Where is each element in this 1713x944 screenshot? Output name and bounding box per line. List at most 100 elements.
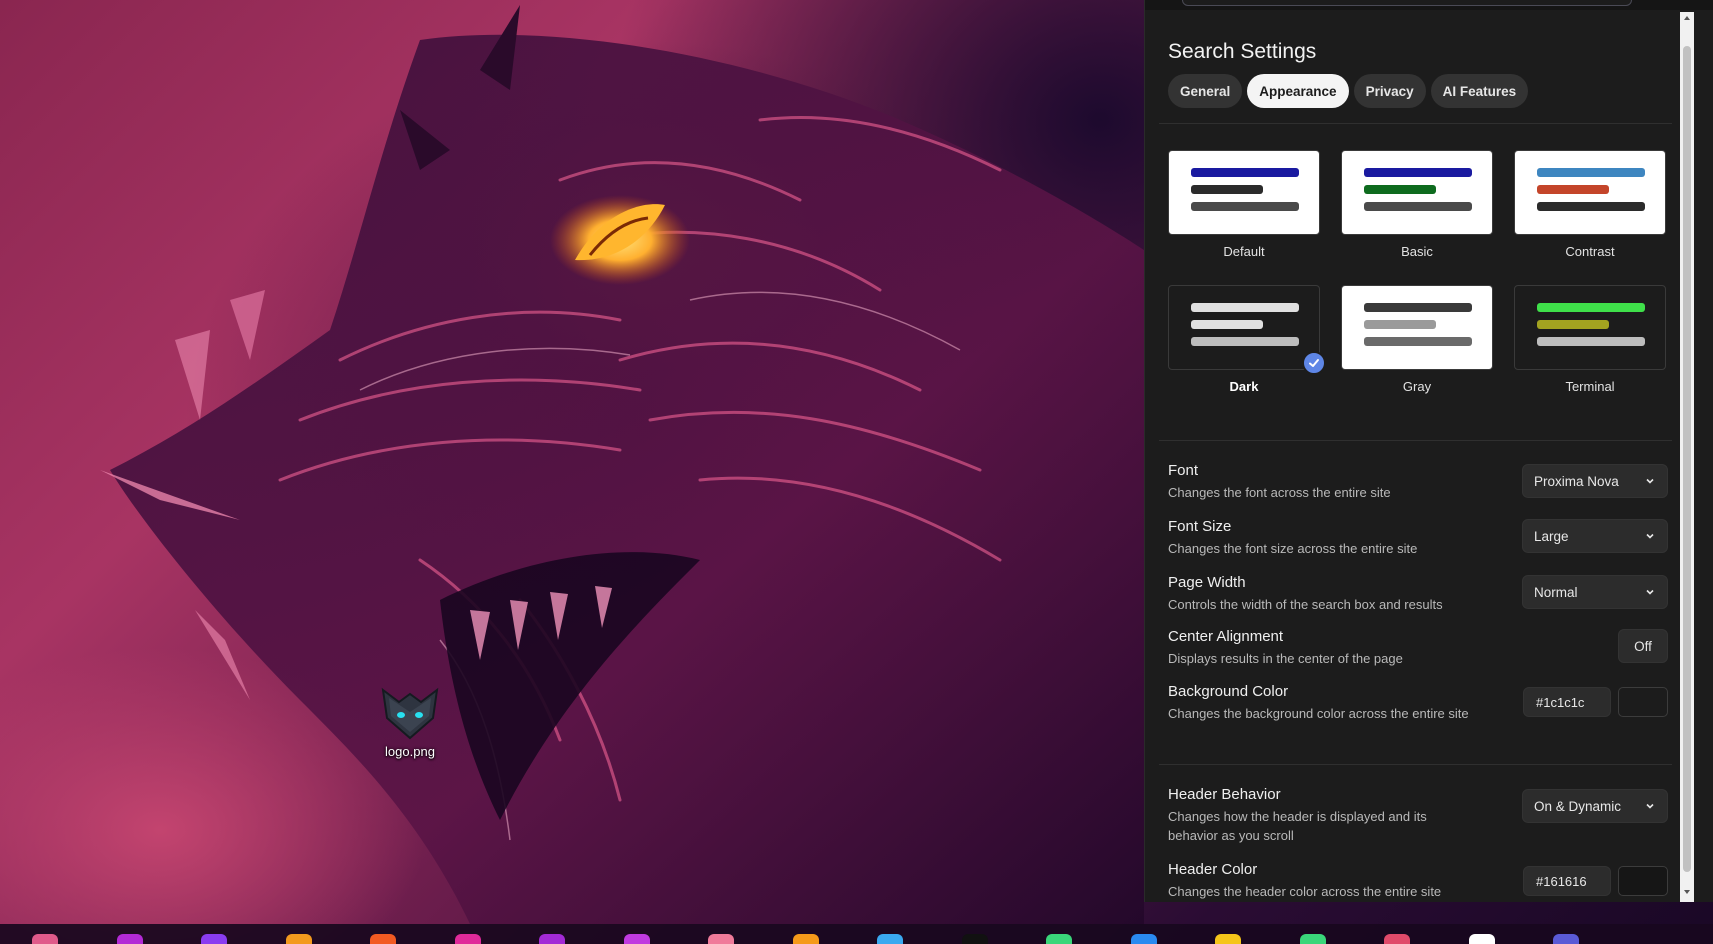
dock-app-icon[interactable] — [1215, 934, 1241, 944]
dock-app-icon[interactable] — [877, 934, 903, 944]
taskbar-dock — [0, 924, 1713, 944]
dock-app-icon[interactable] — [792, 934, 819, 944]
header-behavior-select[interactable]: On & Dynamic — [1522, 789, 1668, 823]
theme-preview-bar — [1537, 168, 1645, 177]
dock-app-icon[interactable] — [370, 934, 396, 944]
header-color-swatch[interactable] — [1618, 866, 1668, 896]
logo-file-icon — [381, 687, 439, 740]
theme-preview-bar — [1191, 303, 1299, 312]
setting-center-alignment: Center Alignment Displays results in the… — [1168, 628, 1668, 668]
dock-app-icon[interactable] — [201, 934, 227, 944]
theme-preview-bar — [1191, 202, 1299, 211]
dock-app-icon[interactable] — [1384, 934, 1410, 944]
divider — [1159, 764, 1672, 765]
theme-preview-bar — [1537, 320, 1609, 329]
background-color-input[interactable]: #1c1c1c — [1523, 687, 1611, 717]
font-size-select-value: Large — [1534, 528, 1569, 544]
setting-description: Changes the background color across the … — [1168, 706, 1469, 721]
center-alignment-toggle[interactable]: Off — [1618, 629, 1668, 663]
theme-gray[interactable]: Gray — [1341, 285, 1493, 403]
theme-preview-card — [1341, 285, 1493, 370]
theme-preview-bar — [1537, 303, 1645, 312]
theme-preview-bar — [1364, 185, 1436, 194]
scroll-up-arrow-icon[interactable] — [1683, 14, 1691, 22]
setting-header-behavior: Header Behavior Changes how the header i… — [1168, 786, 1668, 845]
dock-app-icon[interactable] — [961, 934, 988, 944]
header-color-input[interactable]: #161616 — [1523, 866, 1611, 896]
theme-preview-bar — [1364, 303, 1472, 312]
scrollbar-thumb[interactable] — [1683, 46, 1691, 872]
theme-name: Terminal — [1565, 379, 1615, 394]
theme-contrast[interactable]: Contrast — [1514, 150, 1666, 268]
theme-preview-card — [1514, 285, 1666, 370]
page-width-select-value: Normal — [1534, 584, 1578, 600]
dragon-wallpaper-art — [100, 5, 1144, 924]
tab-ai-features[interactable]: AI Features — [1430, 74, 1529, 108]
divider — [1159, 123, 1672, 124]
dock-app-icon[interactable] — [116, 934, 143, 944]
font-select[interactable]: Proxima Nova — [1522, 464, 1668, 498]
theme-preview-card — [1168, 150, 1320, 235]
desktop-file-label: logo.png — [385, 744, 435, 759]
font-size-select[interactable]: Large — [1522, 519, 1668, 553]
setting-font: Font Changes the font across the entire … — [1168, 462, 1668, 502]
tab-general[interactable]: General — [1168, 74, 1243, 108]
theme-name: Basic — [1401, 244, 1433, 259]
dock-app-icon[interactable] — [708, 934, 734, 944]
tab-appearance[interactable]: Appearance — [1247, 74, 1349, 108]
dock-app-icon[interactable] — [1468, 934, 1495, 944]
setting-header-color: Header Color Changes the header color ac… — [1168, 861, 1668, 901]
setting-description: Changes the font across the entire site — [1168, 485, 1391, 500]
dock-app-icon[interactable] — [285, 934, 312, 944]
setting-title: Center Alignment — [1168, 628, 1284, 645]
theme-preview-bar — [1364, 168, 1472, 177]
theme-preview-bar — [1537, 202, 1645, 211]
background-color-swatch[interactable] — [1618, 687, 1668, 717]
theme-terminal[interactable]: Terminal — [1514, 285, 1666, 403]
theme-preview-card — [1514, 150, 1666, 235]
header-behavior-select-value: On & Dynamic — [1534, 798, 1622, 814]
font-select-value: Proxima Nova — [1534, 473, 1619, 489]
scroll-down-arrow-icon[interactable] — [1683, 888, 1691, 896]
settings-tabs: General Appearance Privacy AI Features — [1168, 74, 1529, 108]
scrollbar[interactable] — [1680, 12, 1694, 902]
desktop-file-logo[interactable]: logo.png — [372, 680, 448, 759]
dock-app-icon[interactable] — [32, 934, 58, 944]
theme-preview-bar — [1191, 337, 1299, 346]
dock-app-icon[interactable] — [1130, 934, 1157, 944]
search-settings-panel: Search Settings General Appearance Priva… — [1144, 0, 1713, 902]
theme-preview-bar — [1191, 320, 1263, 329]
setting-description: Changes the header color across the enti… — [1168, 884, 1442, 899]
theme-preview-bar — [1537, 337, 1645, 346]
search-box-edge[interactable] — [1182, 0, 1632, 6]
theme-basic[interactable]: Basic — [1341, 150, 1493, 268]
setting-description: Displays results in the center of the pa… — [1168, 651, 1403, 666]
theme-grid: Default Basic Contrast Dark Gray Termina… — [1168, 150, 1668, 410]
tab-privacy[interactable]: Privacy — [1353, 74, 1426, 108]
dock-app-icon[interactable] — [1046, 934, 1072, 944]
theme-name: Contrast — [1565, 244, 1615, 259]
setting-background-color: Background Color Changes the background … — [1168, 683, 1668, 723]
divider — [1159, 440, 1672, 441]
theme-name: Gray — [1402, 379, 1432, 394]
chevron-down-icon — [1646, 803, 1654, 809]
panel-title: Search Settings — [1168, 40, 1317, 63]
theme-dark[interactable]: Dark — [1168, 285, 1326, 403]
dock-app-icon[interactable] — [454, 934, 481, 944]
page-width-select[interactable]: Normal — [1522, 575, 1668, 609]
dock-app-icon[interactable] — [1553, 934, 1579, 944]
theme-name: Default — [1223, 244, 1265, 259]
theme-preview-bar — [1191, 168, 1299, 177]
theme-preview-bar — [1364, 337, 1472, 346]
chevron-down-icon — [1646, 589, 1654, 595]
dock-app-icon[interactable] — [539, 934, 565, 944]
theme-preview-bar — [1364, 320, 1436, 329]
theme-preview-card — [1341, 150, 1493, 235]
theme-default[interactable]: Default — [1168, 150, 1320, 268]
dock-app-icon[interactable] — [1299, 934, 1326, 944]
dock-app-icon[interactable] — [623, 934, 650, 944]
setting-description: Changes the font size across the entire … — [1168, 541, 1418, 556]
chevron-down-icon — [1646, 478, 1654, 484]
theme-name: Dark — [1229, 379, 1259, 394]
setting-page-width: Page Width Controls the width of the sea… — [1168, 574, 1668, 614]
